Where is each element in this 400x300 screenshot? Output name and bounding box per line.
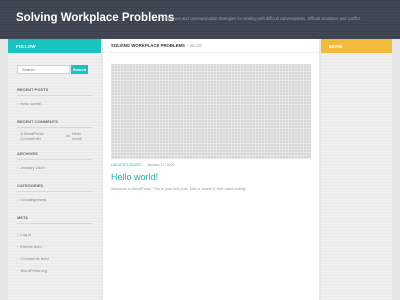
widget-title: Categories [17,183,92,192]
list-item[interactable]: › Entries feed [17,240,92,252]
list-item[interactable]: › Comments feed [17,252,92,264]
comment-post-link[interactable]: Hello world! [72,131,92,141]
widget-title: Meta [17,215,92,224]
site-header: Solving Workplace Problems Techniques an… [0,0,400,39]
comments-feed-link[interactable]: Comments feed [20,256,48,261]
archive-link[interactable]: January 2020 [20,165,44,170]
breadcrumb-current: Blog [190,43,203,48]
main-content: Solving Workplace Problems / Blog Uncate… [103,39,319,300]
recent-comments-widget: Recent Comments › A WordPress Commenter … [17,119,92,141]
breadcrumb-home-link[interactable]: Solving Workplace Problems [111,43,185,48]
list-item[interactable]: › January 2020 [17,164,92,171]
right-gutter [392,39,400,300]
breadcrumb: Solving Workplace Problems / Blog [103,39,319,53]
left-sidebar: Follow Search Recent Posts › Hello world… [8,39,101,300]
post-meta: Uncategorized January 17, 2020 [111,163,175,167]
list-item[interactable]: › Uncategorized [17,196,92,203]
search-button[interactable]: Search [71,65,88,74]
post-excerpt: Welcome to WordPress. This is your first… [111,187,247,191]
categories-widget: Categories › Uncategorized [17,183,92,203]
list-item: › A WordPress Commenter on Hello world! [17,131,92,141]
post-category-link[interactable]: Uncategorized [111,163,142,167]
breadcrumb-separator: / [186,43,189,48]
chevron-right-icon: › [17,255,19,261]
chevron-right-icon: › [17,197,19,202]
list-item[interactable]: › Hello world! [17,100,92,107]
search-form: Search [17,65,101,74]
archives-widget: Archives › January 2020 [17,151,92,171]
search-input[interactable] [17,65,70,74]
featured-image[interactable] [111,64,311,159]
widget-title: Archives [17,151,92,160]
login-link[interactable]: Log in [20,232,31,237]
widget-title: Recent Comments [17,119,92,128]
more-panel-header: More [321,39,392,53]
post-title-link[interactable]: Hello world! [111,172,158,182]
meta-widget: Meta › Log in › Entries feed › Comments … [17,215,92,276]
chevron-right-icon: › [17,231,19,237]
comment-author-link[interactable]: A WordPress Commenter [20,131,64,141]
entries-feed-link[interactable]: Entries feed [20,244,41,249]
recent-post-link[interactable]: Hello world! [20,101,41,106]
chevron-right-icon: › [17,243,19,249]
site-description: Techniques and communication strategies … [160,16,361,21]
site-title[interactable]: Solving Workplace Problems [16,12,174,24]
chevron-right-icon: › [17,101,19,106]
follow-panel-header: Follow [8,39,101,53]
list-item[interactable]: › Log in [17,228,92,240]
widget-title: Recent Posts [17,87,92,96]
chevron-right-icon: › [17,133,19,138]
right-sidebar: More [321,39,392,300]
wordpress-org-link[interactable]: WordPress.org [20,268,47,273]
comment-connector: on [65,133,71,138]
chevron-right-icon: › [17,267,19,273]
left-gutter [0,39,8,300]
chevron-right-icon: › [17,165,19,170]
category-link[interactable]: Uncategorized [20,197,46,202]
post-date: January 17, 2020 [146,163,175,167]
recent-posts-widget: Recent Posts › Hello world! [17,87,92,107]
list-item[interactable]: › WordPress.org [17,264,92,276]
